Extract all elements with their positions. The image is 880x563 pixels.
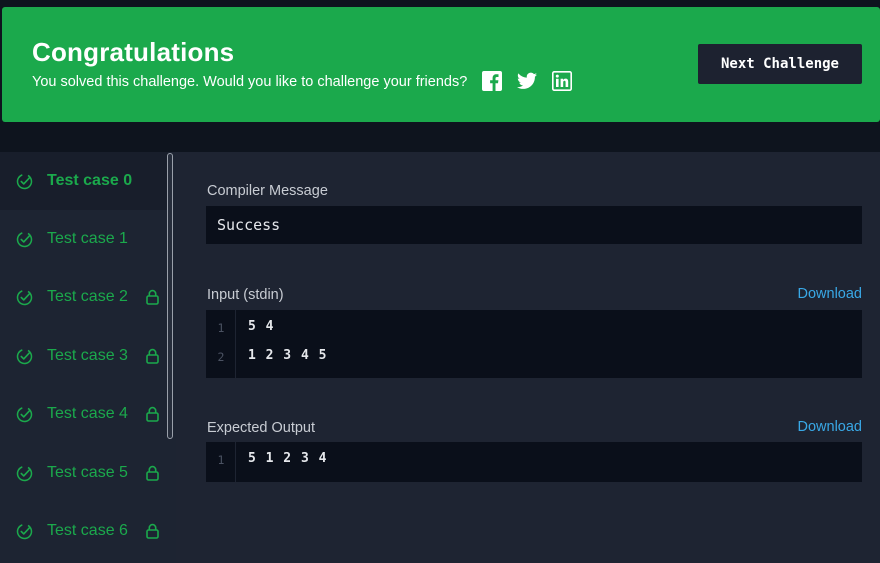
code-line: 1 5 4 <box>206 315 862 343</box>
test-case-sidebar: Test case 0 Test case 1 Test case 2 Test ca… <box>0 152 176 563</box>
lock-icon <box>145 523 160 539</box>
test-case-label: Test case 2 <box>47 288 128 305</box>
input-box: 1 5 4 2 1 2 3 4 5 <box>206 310 862 378</box>
check-circle-icon <box>16 523 33 540</box>
next-challenge-button[interactable]: Next Challenge <box>698 44 862 84</box>
code-text: 1 2 3 4 5 <box>248 348 327 363</box>
line-number: 2 <box>217 350 225 364</box>
line-number: 1 <box>217 321 225 335</box>
test-case-item[interactable]: Test case 3 <box>0 327 168 385</box>
test-case-label: Test case 6 <box>47 522 128 539</box>
expected-output-label: Expected Output <box>207 420 316 436</box>
banner-subtitle: You solved this challenge. Would you lik… <box>32 74 468 90</box>
test-case-item[interactable]: Test case 4 <box>0 385 168 443</box>
linkedin-icon[interactable] <box>552 71 572 91</box>
banner-title: Congratulations <box>32 37 235 67</box>
test-case-label: Test case 4 <box>47 405 128 422</box>
result-panel: Compiler Message Success Input (stdin) D… <box>176 152 880 563</box>
lock-icon <box>145 289 160 305</box>
success-banner: Congratulations You solved this challeng… <box>2 7 880 122</box>
compiler-message-box: Success <box>206 206 862 244</box>
check-circle-icon <box>16 348 33 365</box>
test-case-item[interactable]: Test case 0 <box>0 152 168 210</box>
lock-icon <box>145 406 160 422</box>
test-case-item[interactable]: Test case 2 <box>0 268 168 326</box>
compiler-message-value: Success <box>217 216 281 234</box>
test-case-item[interactable]: Test case 6 <box>0 502 168 560</box>
code-line: 1 5 1 2 3 4 <box>206 447 862 475</box>
test-case-label: Test case 3 <box>47 347 128 364</box>
code-text: 5 1 2 3 4 <box>248 451 327 466</box>
test-case-label: Test case 5 <box>47 464 128 481</box>
check-circle-icon <box>16 289 33 306</box>
facebook-icon[interactable] <box>482 71 502 91</box>
expected-download-link[interactable]: Download <box>798 419 863 435</box>
sidebar-scrollbar[interactable] <box>167 153 173 439</box>
test-case-label: Test case 1 <box>47 230 128 247</box>
lock-icon <box>145 465 160 481</box>
check-circle-icon <box>16 173 33 190</box>
twitter-icon[interactable] <box>517 71 537 91</box>
check-circle-icon <box>16 406 33 423</box>
lock-icon <box>145 348 160 364</box>
check-circle-icon <box>16 231 33 248</box>
compiler-message-label: Compiler Message <box>207 183 328 199</box>
input-label: Input (stdin) <box>207 287 284 303</box>
code-text: 5 4 <box>248 319 274 334</box>
test-case-label: Test case 0 <box>47 172 133 189</box>
code-line: 2 1 2 3 4 5 <box>206 344 862 372</box>
expected-output-box: 1 5 1 2 3 4 <box>206 442 862 482</box>
test-case-item[interactable]: Test case 1 <box>0 210 168 268</box>
test-case-item[interactable]: Test case 5 <box>0 444 168 502</box>
check-circle-icon <box>16 465 33 482</box>
line-number: 1 <box>217 453 225 467</box>
input-download-link[interactable]: Download <box>798 286 863 302</box>
